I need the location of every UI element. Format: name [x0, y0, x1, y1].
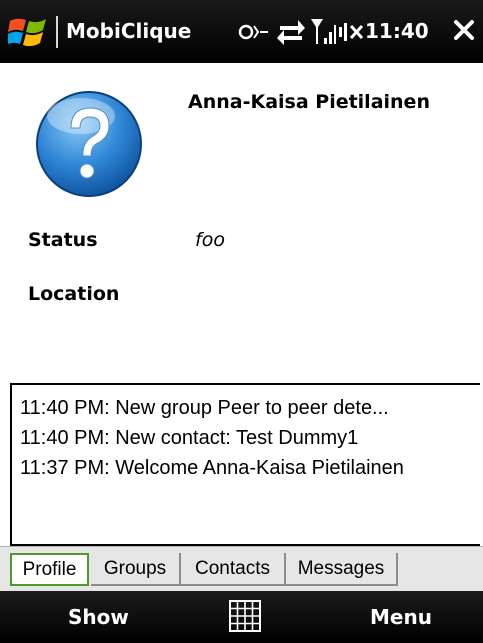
app-title: MobiClique: [66, 19, 192, 43]
tab-profile[interactable]: Profile: [10, 553, 89, 586]
title-bar: MobiClique 11:40: [0, 0, 483, 63]
close-icon[interactable]: [453, 19, 475, 41]
menu-softkey[interactable]: Menu: [370, 603, 432, 631]
contact-name: Anna-Kaisa Pietilainen: [188, 91, 430, 113]
activity-log[interactable]: 11:40 PM: New group Peer to peer dete...…: [10, 383, 480, 546]
location-label: Location: [28, 283, 120, 305]
tab-groups[interactable]: Groups: [91, 553, 181, 586]
clock-time: 11:40: [365, 19, 429, 43]
show-softkey[interactable]: Show: [68, 603, 129, 631]
keyboard-icon[interactable]: [228, 599, 262, 633]
log-entry[interactable]: 11:40 PM: New contact: Test Dummy1: [12, 423, 480, 453]
data-transfer-icon[interactable]: [276, 16, 306, 48]
question-mark-icon: [36, 91, 142, 197]
connectivity-icon[interactable]: [238, 16, 270, 48]
volume-muted-icon[interactable]: [338, 16, 364, 48]
status-label: Status: [28, 229, 98, 251]
status-value: foo: [195, 229, 225, 251]
log-entry[interactable]: 11:40 PM: New group Peer to peer dete...: [12, 393, 480, 423]
signal-strength-icon[interactable]: [310, 16, 336, 48]
tab-messages[interactable]: Messages: [286, 553, 398, 586]
log-entry[interactable]: 11:37 PM: Welcome Anna-Kaisa Pietilainen: [12, 453, 480, 483]
tab-strip: Profile Groups Contacts Messages: [0, 546, 483, 591]
windows-flag-icon[interactable]: [8, 15, 50, 49]
soft-key-bar: Show Menu: [0, 591, 483, 643]
title-separator: [56, 16, 58, 48]
tab-contacts[interactable]: Contacts: [181, 553, 286, 586]
